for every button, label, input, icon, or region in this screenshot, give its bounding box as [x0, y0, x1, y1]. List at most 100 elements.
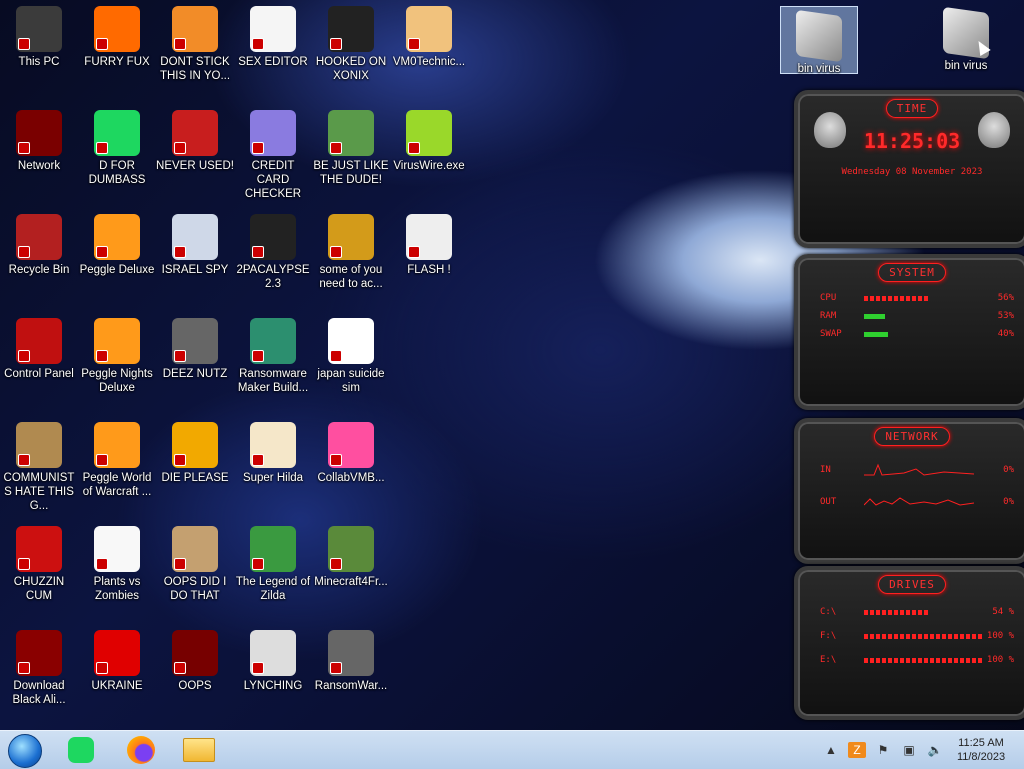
drive-row-e: E:\ 100 % [820, 655, 1014, 665]
taskbar-clock[interactable]: 11:25 AM 11/8/2023 [948, 736, 1014, 764]
program-icon [16, 6, 62, 52]
icon-label: DEEZ NUTZ [162, 368, 228, 380]
desktop-icon[interactable]: DIE PLEASE [156, 416, 234, 485]
shortcut-arrow-icon [252, 142, 264, 154]
desktop-icon[interactable]: FURRY FUX [78, 0, 156, 69]
program-icon [250, 630, 296, 676]
usage-bar [864, 633, 982, 639]
desktop-icon[interactable]: Peggle World of Warcraft ... [78, 416, 156, 499]
program-icon [172, 6, 218, 52]
system-gadget[interactable]: SYSTEM CPU 56% RAM 53% SWAP 40% [794, 254, 1024, 410]
shortcut-arrow-icon [96, 142, 108, 154]
desktop-icon[interactable]: HOOKED ON XONIX [312, 0, 390, 83]
network-gadget[interactable]: NETWORK IN 0% OUT 0% [794, 418, 1024, 564]
icon-label: japan suicide sim [317, 368, 385, 394]
desktop-icon[interactable]: some of you need to ac... [312, 208, 390, 291]
gadget-date: Wednesday 08 November 2023 [841, 167, 983, 177]
desktop-icon[interactable]: CollabVMB... [312, 416, 390, 485]
shortcut-arrow-icon [96, 558, 108, 570]
desktop-icon[interactable]: Download Black Ali... [0, 624, 78, 707]
desktop-icon[interactable]: OOPS [156, 624, 234, 693]
desktop-icon[interactable]: 2PACALYPSE 2.3 [234, 208, 312, 291]
shortcut-arrow-icon [18, 38, 30, 50]
icon-label: FLASH ! [407, 264, 451, 276]
shortcut-arrow-icon [330, 246, 342, 258]
desktop-icon[interactable]: japan suicide sim [312, 312, 390, 395]
desktop-icon[interactable]: LYNCHING [234, 624, 312, 693]
program-icon [94, 110, 140, 156]
gadget-title: SYSTEM [798, 263, 1024, 282]
desktop-icon[interactable]: CHUZZIN CUM [0, 520, 78, 603]
desktop-icon[interactable]: Ransomware Maker Build... [234, 312, 312, 395]
network-row-in: IN 0% [820, 463, 1014, 476]
volume-icon[interactable]: 🔈 [926, 742, 944, 758]
network-in-graph [864, 463, 974, 476]
desktop-icon[interactable]: This PC [0, 0, 78, 69]
icon-label: Download Black Ali... [12, 680, 66, 706]
shortcut-arrow-icon [408, 38, 420, 50]
clock-time: 11:25 AM [958, 737, 1004, 749]
desktop-icon[interactable]: Network [0, 104, 78, 173]
desktop-icon[interactable]: NEVER USED! [156, 104, 234, 173]
desktop-icon[interactable]: COMMUNISTS HATE THIS G... [0, 416, 78, 513]
program-icon [94, 526, 140, 572]
network-icon[interactable]: ▣ [900, 742, 918, 758]
desktop-icon[interactable]: Minecraft4Fr... [312, 520, 390, 589]
icon-label: bin virus [944, 60, 988, 72]
tray-app-icon[interactable]: Z [848, 742, 866, 758]
bin-virus-icon [796, 9, 842, 63]
program-icon [172, 110, 218, 156]
desktop-icon-bin-virus[interactable]: bin virus [928, 4, 1004, 73]
shortcut-arrow-icon [330, 558, 342, 570]
desktop-icon[interactable]: FLASH ! [390, 208, 468, 277]
icon-label: NEVER USED! [156, 160, 234, 172]
desktop-icon[interactable]: The Legend of Zilda [234, 520, 312, 603]
folder-icon [183, 738, 215, 762]
desktop-icon[interactable]: OOPS DID I DO THAT [156, 520, 234, 603]
alien-head-icon [978, 112, 1010, 148]
desktop-icon[interactable]: Super Hilda [234, 416, 312, 485]
desktop-icon[interactable]: VM0Technic... [390, 0, 468, 69]
icon-label: OOPS DID I DO THAT [163, 576, 227, 602]
usage-bar [864, 295, 982, 301]
shortcut-arrow-icon [96, 246, 108, 258]
desktop-icon[interactable]: Recycle Bin [0, 208, 78, 277]
desktop-icon[interactable]: Control Panel [0, 312, 78, 381]
desktop-icon[interactable]: UKRAINE [78, 624, 156, 693]
taskbar-app-firefox[interactable] [124, 735, 158, 765]
desktop-icon[interactable]: Peggle Deluxe [78, 208, 156, 277]
taskbar-app-file-explorer[interactable] [182, 735, 216, 765]
desktop-icon[interactable]: Plants vs Zombies [78, 520, 156, 603]
desktop-icon[interactable]: SEX EDITOR [234, 0, 312, 69]
desktop-icon[interactable]: D FOR DUMBASS [78, 104, 156, 187]
shortcut-arrow-icon [330, 662, 342, 674]
taskbar-app-spotify[interactable] [64, 735, 98, 765]
icon-label: SEX EDITOR [238, 56, 308, 68]
desktop-icon[interactable]: ISRAEL SPY [156, 208, 234, 277]
show-hidden-icons-icon[interactable]: ▲ [822, 742, 840, 758]
system-tray: ▲ Z ⚑ ▣ 🔈 11:25 AM 11/8/2023 [818, 731, 1024, 769]
desktop-icon[interactable]: VirusWire.exe [390, 104, 468, 173]
program-icon [328, 526, 374, 572]
shortcut-arrow-icon [18, 454, 30, 466]
time-gadget[interactable]: TIME 11:25:03 Wednesday 08 November 2023 [794, 90, 1024, 248]
desktop-icon-bin-virus-selected[interactable]: bin virus [780, 6, 858, 75]
program-icon [16, 214, 62, 260]
desktop-icon[interactable]: RansomWar... [312, 624, 390, 693]
drives-gadget[interactable]: DRIVES C:\ 54 % F:\ 100 % E:\ 100 % [794, 566, 1024, 720]
shortcut-arrow-icon [174, 142, 186, 154]
desktop: This PC FURRY FUX DONT STICK THIS IN YO...… [0, 0, 1024, 730]
desktop-icon[interactable]: DEEZ NUTZ [156, 312, 234, 381]
icon-label: VM0Technic... [392, 56, 466, 68]
desktop-icon[interactable]: BE JUST LIKE THE DUDE! [312, 104, 390, 187]
system-row-ram: RAM 53% [820, 311, 1014, 321]
desktop-icon[interactable]: CREDIT CARD CHECKER [234, 104, 312, 201]
gadget-title: NETWORK [798, 427, 1024, 446]
shortcut-arrow-icon [174, 38, 186, 50]
start-button[interactable] [8, 734, 42, 768]
shortcut-arrow-icon [252, 38, 264, 50]
action-center-flag-icon[interactable]: ⚑ [874, 742, 892, 758]
icon-label: Ransomware Maker Build... [237, 368, 309, 394]
desktop-icon[interactable]: DONT STICK THIS IN YO... [156, 0, 234, 83]
desktop-icon[interactable]: Peggle Nights Deluxe [78, 312, 156, 395]
